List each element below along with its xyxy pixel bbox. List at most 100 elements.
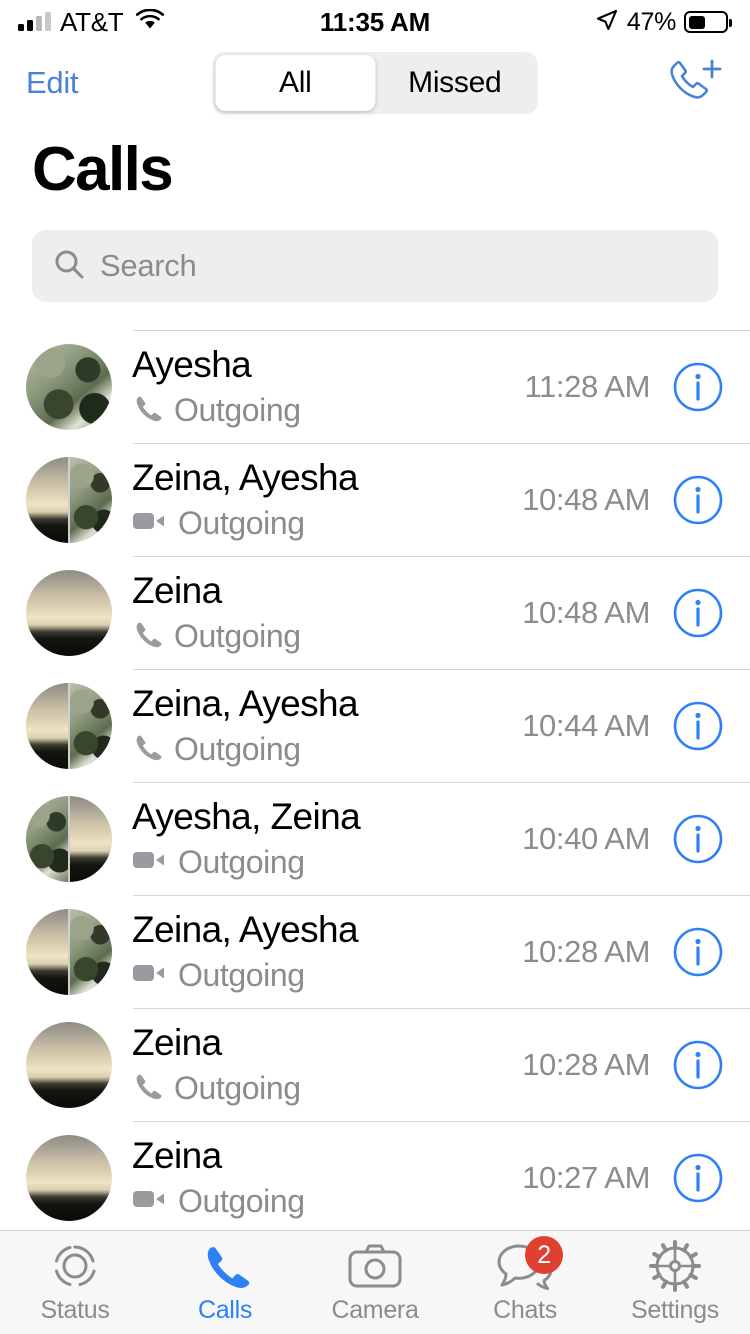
info-circle-icon — [672, 362, 724, 416]
avatar-half — [26, 456, 68, 543]
carrier-label: AT&T — [60, 6, 124, 37]
segment-all[interactable]: All — [215, 55, 375, 111]
call-row-text: Zeina Outgoing — [112, 1135, 522, 1220]
call-info-button[interactable] — [672, 1152, 724, 1204]
row-separator — [133, 895, 750, 897]
phone-icon — [132, 732, 162, 767]
row-separator — [133, 330, 750, 332]
info-circle-icon — [672, 927, 724, 981]
call-time: 10:48 AM — [522, 481, 650, 517]
call-info-button[interactable] — [672, 587, 724, 639]
calls-filter-segmented-control[interactable]: All Missed — [212, 52, 538, 114]
call-direction: Outgoing — [178, 843, 305, 880]
avatar[interactable] — [26, 569, 112, 656]
info-circle-icon — [672, 814, 724, 868]
call-row[interactable]: Zeina, Ayesha Outgoing 10:28 AM — [0, 895, 750, 1008]
row-separator — [133, 669, 750, 671]
avatar[interactable] — [26, 795, 112, 882]
call-info-button[interactable] — [672, 813, 724, 865]
avatar[interactable] — [26, 1021, 112, 1108]
contact-name: Zeina — [132, 1135, 222, 1177]
row-separator — [133, 782, 750, 784]
call-row-text: Zeina, Ayesha Outgoing — [112, 683, 522, 768]
call-row-right: 10:48 AM — [522, 474, 750, 526]
avatar-half — [26, 1021, 112, 1108]
call-row-right: 10:44 AM — [522, 700, 750, 752]
call-row[interactable]: Zeina, Ayesha Outgoing 10:44 AM — [0, 669, 750, 782]
call-info-button[interactable] — [672, 361, 724, 413]
call-row-text: Zeina, Ayesha Outgoing — [112, 457, 522, 542]
chat-bubbles-icon: 2 — [497, 1236, 563, 1292]
contact-name: Zeina, Ayesha — [132, 457, 359, 499]
call-time: 10:40 AM — [522, 820, 650, 856]
avatar[interactable] — [26, 343, 112, 430]
call-time: 10:44 AM — [522, 707, 650, 743]
avatar[interactable] — [26, 682, 112, 769]
avatar[interactable] — [26, 1134, 112, 1221]
avatar-half — [70, 795, 112, 882]
info-circle-icon — [672, 701, 724, 755]
battery-percent-label: 47% — [626, 7, 676, 36]
tab-calls[interactable]: Calls — [150, 1240, 300, 1325]
call-row-text: Zeina Outgoing — [112, 570, 522, 655]
info-circle-icon — [672, 1153, 724, 1207]
battery-icon — [684, 11, 732, 33]
contact-name: Zeina — [132, 570, 222, 612]
avatar-half — [26, 1134, 112, 1221]
avatar-half — [70, 682, 112, 769]
segment-missed[interactable]: Missed — [375, 55, 535, 111]
call-meta: Outgoing — [132, 731, 522, 768]
row-separator — [133, 556, 750, 558]
search-bar[interactable]: Search — [32, 230, 718, 303]
call-row-right: 10:48 AM — [522, 587, 750, 639]
avatar[interactable] — [26, 456, 112, 543]
video-icon — [132, 961, 166, 990]
call-info-button[interactable] — [672, 700, 724, 752]
nav-bar: Edit All Missed — [0, 44, 750, 122]
call-direction: Outgoing — [174, 617, 301, 654]
row-separator — [133, 443, 750, 445]
call-row-text: Zeina, Ayesha Outgoing — [112, 909, 522, 994]
call-row[interactable]: Zeina Outgoing 10:27 AM — [0, 1121, 750, 1234]
call-row[interactable]: Zeina Outgoing 10:28 AM — [0, 1008, 750, 1121]
phone-icon — [132, 619, 162, 654]
call-row[interactable]: Ayesha, Zeina Outgoing 10:40 AM — [0, 782, 750, 895]
call-direction: Outgoing — [174, 730, 301, 767]
status-rings-icon — [49, 1240, 101, 1292]
call-row[interactable]: Zeina, Ayesha Outgoing 10:48 AM — [0, 443, 750, 556]
call-meta: Outgoing — [132, 1183, 522, 1220]
tab-label: Camera — [331, 1296, 419, 1324]
call-direction: Outgoing — [178, 1182, 305, 1219]
edit-button[interactable]: Edit — [26, 65, 79, 101]
tab-chats[interactable]: 2 Chats — [450, 1236, 600, 1325]
call-direction: Outgoing — [174, 1069, 301, 1106]
row-separator — [133, 1121, 750, 1123]
call-row-right: 10:28 AM — [522, 1039, 750, 1091]
call-meta: Outgoing — [132, 505, 522, 542]
tab-camera[interactable]: Camera — [300, 1240, 450, 1325]
calls-list: Ayesha Outgoing 11:28 AM Zeina, Ayesha Outgo… — [0, 330, 750, 1234]
new-call-button[interactable] — [662, 57, 724, 109]
contact-name: Zeina — [132, 1022, 222, 1064]
call-meta: Outgoing — [132, 1070, 522, 1107]
tab-label: Settings — [631, 1296, 719, 1324]
search-input[interactable]: Search — [100, 248, 197, 284]
video-icon — [132, 509, 166, 538]
call-info-button[interactable] — [672, 1039, 724, 1091]
call-direction: Outgoing — [178, 504, 305, 541]
avatar-half — [26, 343, 112, 430]
avatar-half — [26, 569, 112, 656]
call-info-button[interactable] — [672, 926, 724, 978]
tab-label: Calls — [197, 1296, 253, 1324]
avatar-half — [26, 908, 68, 995]
cellular-signal-icon — [18, 12, 51, 31]
call-row[interactable]: Ayesha Outgoing 11:28 AM — [0, 330, 750, 443]
avatar-half — [70, 908, 112, 995]
call-row[interactable]: Zeina Outgoing 10:48 AM — [0, 556, 750, 669]
contact-name: Zeina, Ayesha — [132, 683, 359, 725]
tab-status[interactable]: Status — [0, 1240, 150, 1325]
call-info-button[interactable] — [672, 474, 724, 526]
tab-settings[interactable]: Settings — [600, 1240, 750, 1325]
call-time: 10:48 AM — [522, 594, 650, 630]
avatar[interactable] — [26, 908, 112, 995]
